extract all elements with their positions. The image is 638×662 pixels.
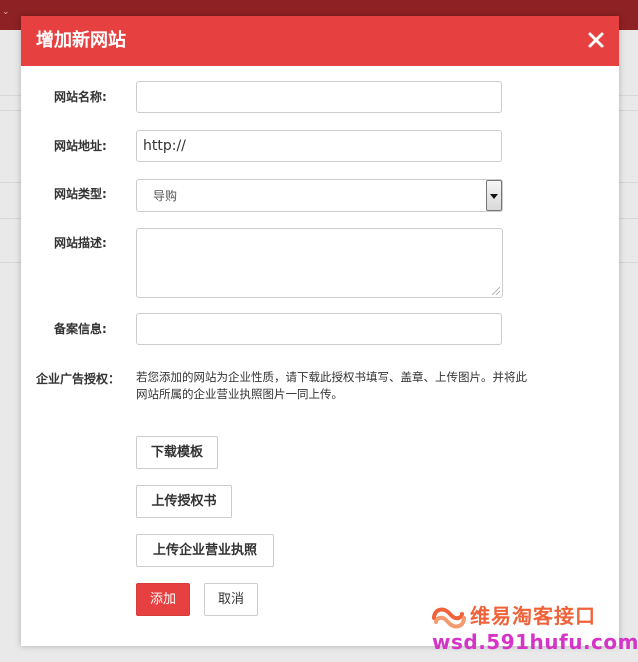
site-type-label: 网站类型: xyxy=(54,187,107,201)
resize-grip-icon[interactable] xyxy=(492,287,500,295)
add-website-dialog: 增加新网站 网站名称: 网站地址: 网站类型: 导购 网站描述: 备案信息: 企… xyxy=(21,16,619,646)
notice-line-1: 若您添加的网站为企业性质，请下载此授权书填写、盖章、上传图片。并将此 xyxy=(136,370,527,384)
site-type-selected-value: 导购 xyxy=(153,189,178,203)
ad-authorization-label: 企业广告授权： xyxy=(36,372,121,386)
upload-business-license-button[interactable]: 上传企业营业执照 xyxy=(136,534,274,567)
site-type-select[interactable]: 导购 xyxy=(136,179,503,212)
watermark-logo-icon xyxy=(432,607,466,629)
site-url-label: 网站地址: xyxy=(54,139,107,153)
watermark-title: 维易淘客接口 xyxy=(470,604,596,628)
dialog-header: 增加新网站 xyxy=(21,16,619,66)
site-description-label: 网站描述: xyxy=(54,236,107,250)
ad-authorization-notice: 若您添加的网站为企业性质，请下载此授权书填写、盖章、上传图片。并将此 网站所属的… xyxy=(136,369,556,403)
site-description-textarea[interactable] xyxy=(136,228,503,298)
close-icon[interactable] xyxy=(585,29,607,51)
chevron-down-icon: ⌄ xyxy=(2,7,10,17)
cancel-button[interactable]: 取消 xyxy=(204,583,258,616)
add-button[interactable]: 添加 xyxy=(136,583,190,616)
icp-info-input[interactable] xyxy=(136,313,502,345)
site-name-input[interactable] xyxy=(136,81,502,113)
watermark-url: wsd.591hufu.com xyxy=(432,630,638,654)
site-name-label: 网站名称: xyxy=(54,90,107,104)
download-template-button[interactable]: 下载模板 xyxy=(136,436,218,469)
select-arrow-icon[interactable] xyxy=(486,180,502,211)
site-url-input[interactable] xyxy=(136,130,502,162)
dialog-title: 增加新网站 xyxy=(36,30,126,51)
icp-info-label: 备案信息: xyxy=(54,322,107,336)
upload-authorization-button[interactable]: 上传授权书 xyxy=(136,485,232,518)
notice-line-2: 网站所属的企业营业执照图片一同上传。 xyxy=(136,387,343,401)
